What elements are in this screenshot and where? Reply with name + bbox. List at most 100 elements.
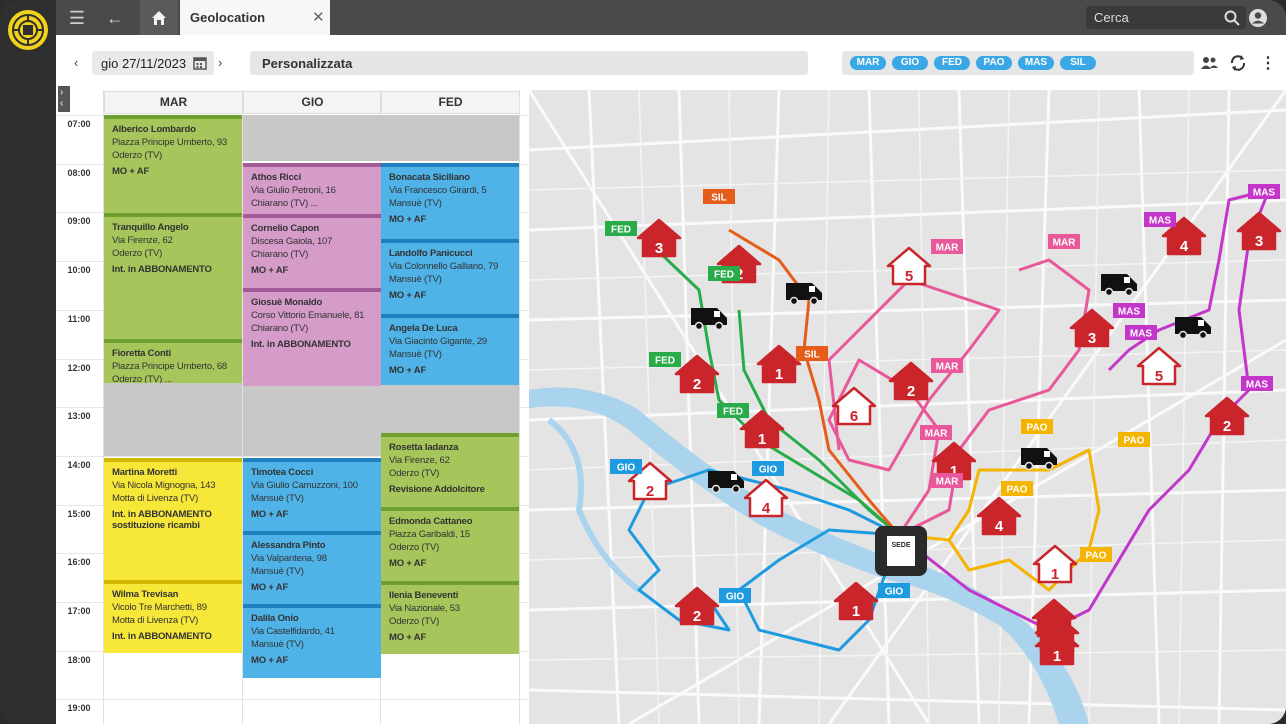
appointment-card[interactable]: Angela De Luca Via Giacinto Gigante, 29 Ma… (381, 314, 519, 385)
team-icon[interactable] (1200, 55, 1220, 71)
appointment-city: Chiarano (TV) (251, 323, 309, 334)
menu-icon[interactable]: ☰ (66, 7, 88, 29)
time-label: 13:00 (67, 411, 91, 422)
appointment-card[interactable]: Timotea Cocci Via Giulio Camuzzoni, 100 Ma… (243, 458, 381, 531)
chip-pao[interactable]: PAO (976, 56, 1012, 70)
tab-geolocation[interactable]: Geolocation ✕ (180, 0, 330, 35)
house-stop-number: 2 (693, 376, 701, 393)
appointment-card[interactable]: Tranquillo Angelo Via Firenze, 62 Oderzo (… (104, 213, 242, 339)
appointment-tag: MO + AF (251, 655, 289, 666)
collapse-panel-icon[interactable]: › ‹ (58, 86, 70, 112)
unavailable-slot (381, 115, 519, 161)
map-view[interactable]: SEDE32211426521413435212111SILFEDFEDFEDF… (529, 90, 1286, 724)
appointment-card[interactable]: Fioretta Conti Piazza Principe Umberto, 6… (104, 339, 242, 383)
van-wheel (731, 484, 741, 494)
appointment-city: Oderzo (TV) (389, 468, 440, 479)
time-label: 07:00 (67, 119, 91, 129)
van-window (809, 286, 815, 292)
appointment-card[interactable]: Cornelio Capon Discesa Gaiola, 107 Chiaran… (243, 214, 381, 288)
chip-gio[interactable]: GIO (892, 56, 928, 70)
appointment-addr: Via Giulio Petroni, 16 (251, 185, 336, 196)
appointment-card[interactable]: Dalila Onio Via Castelfidardo, 41 Mansuè (… (243, 604, 381, 678)
hour-gridline (56, 699, 529, 701)
appointment-addr: Via Castelfidardo, 41 (251, 626, 335, 637)
route-map[interactable]: SEDE32211426521413435212111SILFEDFEDFEDF… (529, 90, 1286, 724)
appointment-city: Oderzo (TV) (112, 248, 163, 259)
next-day-icon[interactable]: › (218, 55, 222, 70)
house-stop-number: 4 (1180, 238, 1189, 255)
more-options-icon[interactable]: ⋮ (1260, 53, 1276, 73)
appointment-card[interactable]: Landolfo Panicucci Via Colonnello Gallian… (381, 239, 519, 314)
search-box[interactable]: Cerca (1086, 6, 1246, 29)
van-window (1198, 320, 1204, 326)
appointment-card[interactable]: Alberico Lombardo Piazza Principe Umberto… (104, 115, 242, 213)
house-stop-number: 1 (1051, 566, 1059, 583)
date-picker[interactable]: gio 27/11/2023 (92, 51, 214, 75)
house-stop-number: 2 (907, 383, 915, 400)
appointment-name: Bonacata Siciliano (389, 172, 470, 183)
van-window (1044, 451, 1050, 457)
time-label: 15:00 (67, 508, 91, 519)
prev-day-icon[interactable]: ‹ (74, 55, 78, 70)
appointment-addr: Via Giacinto Gigante, 29 (389, 336, 488, 347)
user-account-icon[interactable] (1248, 8, 1268, 28)
appointment-name: Angela De Luca (389, 323, 458, 334)
main-content: ‹ gio 27/11/2023 › Personalizzata MAR GI… (56, 35, 1286, 724)
chip-mar[interactable]: MAR (850, 56, 886, 70)
appointment-card[interactable]: Bonacata Siciliano Via Francesco Girardi,… (381, 163, 519, 239)
appointment-card[interactable]: Edmonda Cattaneo Piazza Garibaldi, 15 Oder… (381, 507, 519, 581)
appointment-card[interactable]: Ilenia Beneventi Via Nazionale, 53 Oderzo … (381, 581, 519, 654)
appointment-name: Fioretta Conti (112, 348, 171, 359)
appointment-name: Martina Moretti (112, 467, 178, 478)
van-wheel (789, 296, 799, 306)
appointment-tag: MO + AF (389, 214, 427, 225)
appointment-card[interactable]: Rosetta Iadanza Via Firenze, 62 Oderzo (TV… (381, 433, 519, 507)
appointment-addr: Via Colonnello Galliano, 79 (389, 261, 499, 272)
chip-mas[interactable]: MAS (1018, 56, 1054, 70)
chip-fed[interactable]: FED (934, 56, 970, 70)
refresh-icon[interactable] (1229, 54, 1247, 72)
search-input[interactable]: Cerca (1094, 10, 1129, 25)
house-stop-number: 5 (905, 268, 913, 285)
route-tag-label: MAS (1130, 329, 1153, 340)
house-stop-number: 2 (1223, 418, 1231, 435)
route-tag-label: PAO (1086, 551, 1107, 562)
appointment-city: Oderzo (TV) (389, 616, 440, 627)
tab-title: Geolocation (190, 10, 266, 25)
house-stop-number: 3 (655, 240, 663, 257)
route-tag-label: GIO (885, 587, 904, 598)
view-select[interactable]: Personalizzata (250, 51, 808, 75)
route-tag-label: PAO (1027, 423, 1048, 434)
back-arrow-icon[interactable]: ← (104, 7, 126, 29)
house-stop-number: 3 (1088, 330, 1096, 347)
appointment-name: Rosetta Iadanza (389, 442, 459, 453)
column-header: GIO (243, 91, 382, 114)
appointment-card[interactable]: Alessandra Pinto Via Valpantena, 98 Mansuè… (243, 531, 381, 604)
home-tab[interactable] (140, 0, 178, 35)
chip-sil[interactable]: SIL (1060, 56, 1096, 70)
house-stop-number: 2 (693, 608, 701, 625)
unavailable-slot (243, 115, 381, 161)
house-stop-number: 1 (852, 603, 860, 620)
appointment-city: Oderzo (TV) (112, 150, 163, 161)
time-label: 18:00 (67, 654, 91, 665)
app-logo[interactable] (8, 10, 48, 50)
appointment-card[interactable]: Martina Moretti Via Nicola Mignogna, 143 M… (104, 458, 242, 580)
appointment-card[interactable]: Giosuè Monaldo Corso Vittorio Emanuele, 8… (243, 288, 381, 386)
calendar-icon[interactable] (193, 56, 207, 70)
appointment-card[interactable]: Athos Ricci Via Giulio Petroni, 16 Chiaran… (243, 163, 381, 214)
time-label: 14:00 (67, 459, 91, 470)
appointment-addr: Piazza Principe Umberto, 68 (112, 361, 227, 372)
close-tab-icon[interactable]: ✕ (312, 8, 325, 26)
unavailable-slot (381, 383, 519, 433)
van-wheel (1044, 461, 1054, 471)
search-icon[interactable] (1224, 10, 1240, 26)
appointment-card[interactable]: Wilma Trevisan Vicolo Tre Marchetti, 89 Mo… (104, 580, 242, 653)
appointment-addr: Via Valpantena, 98 (251, 553, 327, 564)
route-tag-label: GIO (617, 463, 636, 474)
time-label: 09:00 (67, 216, 91, 227)
van-wheel (1124, 287, 1134, 297)
route-tag-label: MAR (1053, 238, 1077, 249)
route-tag-label: MAR (936, 243, 960, 254)
date-value: gio 27/11/2023 (101, 56, 187, 71)
